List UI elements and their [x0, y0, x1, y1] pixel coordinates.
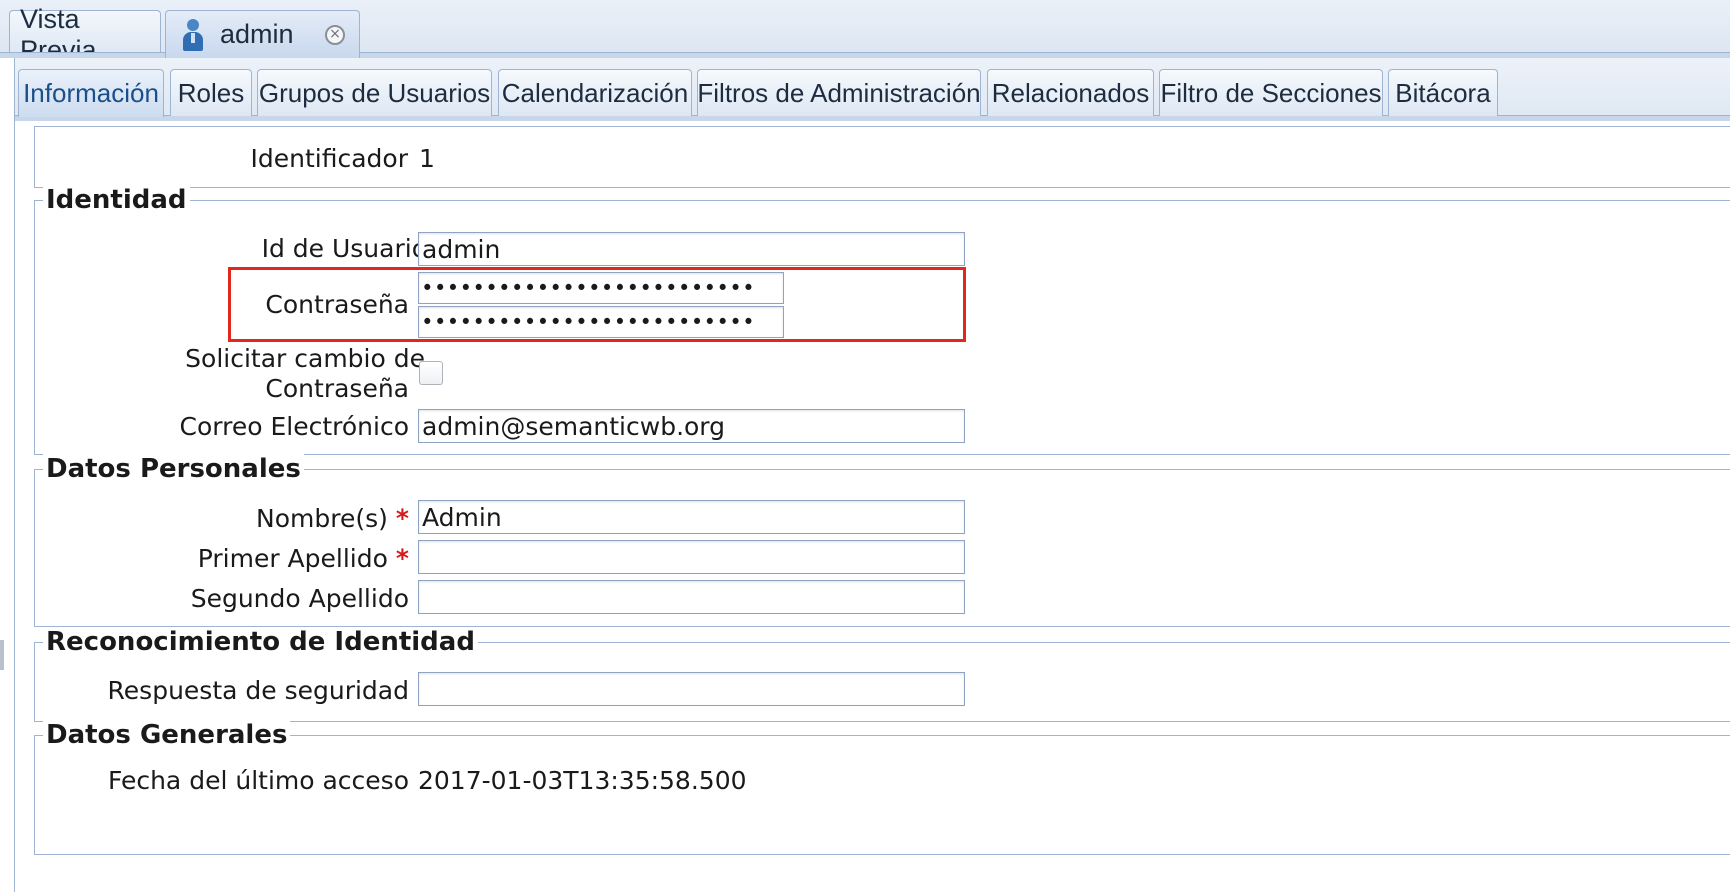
respuesta-label: Respuesta de seguridad	[107, 676, 409, 705]
request-change-checkbox[interactable]	[419, 361, 443, 385]
datos-generales-legend: Datos Generales	[43, 720, 291, 750]
tab-filtros-de-administracion[interactable]: Filtros de Administración	[697, 69, 981, 116]
user-editor-panel: Información Roles Grupos de Usuarios Cal…	[14, 58, 1730, 892]
user-id-input[interactable]	[418, 232, 965, 266]
tab-bitacora-label: Bitácora	[1395, 77, 1491, 108]
primer-apellido-input[interactable]	[418, 540, 965, 574]
tab-relacionados[interactable]: Relacionados	[987, 69, 1154, 116]
password-input[interactable]: ••••••••••••••••••••••••••	[418, 272, 784, 304]
outer-tab-strip: Vista Previa admin ×	[0, 0, 1730, 65]
primer-apellido-label: Primer Apellido *	[197, 544, 409, 573]
password-confirm-input[interactable]: ••••••••••••••••••••••••••	[418, 306, 784, 338]
tab-grupos-de-usuarios[interactable]: Grupos de Usuarios	[257, 69, 492, 116]
respuesta-input[interactable]	[418, 672, 965, 706]
tab-admin-label: admin	[220, 19, 294, 49]
request-change-label-line1: Solicitar cambio de	[185, 344, 425, 373]
tab-calendarizacion[interactable]: Calendarización	[498, 69, 692, 116]
tab-calendarizacion-label: Calendarización	[501, 77, 689, 108]
tab-relacionados-label: Relacionados	[991, 77, 1150, 108]
tab-roles[interactable]: Roles	[170, 69, 252, 116]
user-icon	[180, 18, 206, 51]
close-icon[interactable]: ×	[325, 25, 345, 45]
ultimo-acceso-value: 2017-01-03T13:35:58.500	[418, 766, 747, 795]
password-label: Contraseña	[265, 290, 409, 319]
reconocimiento-legend: Reconocimiento de Identidad	[43, 627, 478, 657]
tab-grupos-label: Grupos de Usuarios	[258, 77, 491, 108]
tab-filtro-de-secciones[interactable]: Filtro de Secciones	[1159, 69, 1383, 116]
email-input[interactable]	[418, 409, 965, 443]
datos-personales-legend: Datos Personales	[43, 454, 304, 484]
tab-admin[interactable]: admin ×	[165, 10, 360, 58]
tab-roles-label: Roles	[177, 77, 245, 108]
nombre-input[interactable]	[418, 500, 965, 534]
request-change-label-line2: Contraseña	[265, 374, 409, 403]
fieldset-datos-generales: Datos Generales	[34, 720, 1730, 855]
tab-vista-previa-label: Vista Previa	[20, 3, 97, 65]
identificador-label: Identificador	[250, 144, 408, 173]
ultimo-acceso-label: Fecha del último acceso	[107, 766, 409, 795]
segundo-apellido-input[interactable]	[418, 580, 965, 614]
inner-tab-strip: Información Roles Grupos de Usuarios Cal…	[15, 58, 1730, 117]
user-id-label: Id de Usuario	[261, 234, 427, 263]
tab-strip-accent	[15, 116, 1730, 121]
tab-informacion[interactable]: Información	[18, 69, 164, 117]
tab-informacion-label: Información	[23, 78, 159, 108]
email-label: Correo Electrónico	[179, 412, 409, 441]
segundo-apellido-label: Segundo Apellido	[190, 584, 409, 613]
informacion-form: Identificador 1 Identidad Id de Usuario …	[15, 124, 1730, 892]
identidad-legend: Identidad	[43, 185, 190, 215]
tab-filtro-secciones-label: Filtro de Secciones	[1160, 77, 1382, 108]
nombre-label: Nombre(s) *	[256, 504, 409, 533]
tab-filtros-label: Filtros de Administración	[697, 77, 981, 108]
tab-vista-previa[interactable]: Vista Previa	[9, 4, 161, 65]
identificador-value: 1	[419, 144, 435, 173]
tab-bitacora[interactable]: Bitácora	[1388, 69, 1498, 116]
panel-resize-grip[interactable]	[0, 640, 4, 670]
